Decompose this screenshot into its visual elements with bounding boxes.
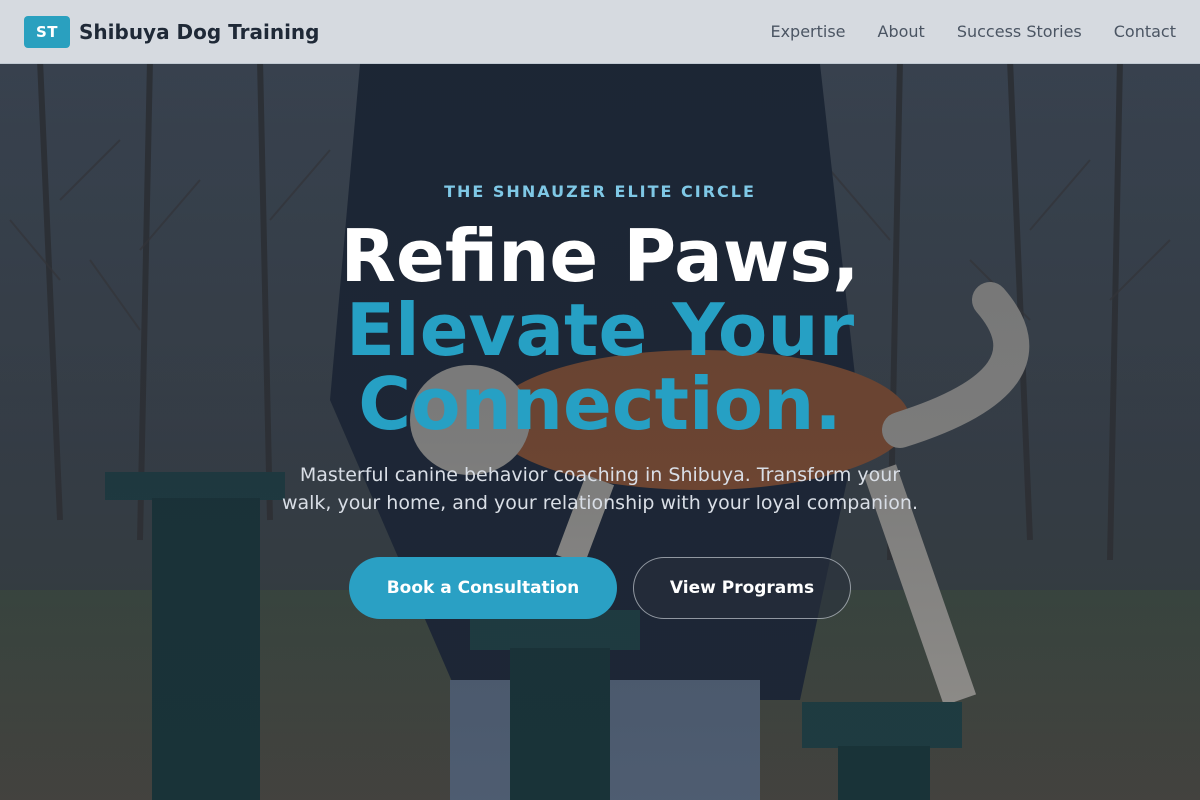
subtitle-line-1: Masterful canine behavior coaching in Sh… bbox=[299, 464, 901, 486]
hero-eyebrow: THE SHNAUZER ELITE CIRCLE bbox=[444, 182, 756, 201]
book-consultation-button[interactable]: Book a Consultation bbox=[349, 557, 617, 619]
headline-line-3: Connection. bbox=[358, 362, 842, 446]
hero-section: THE SHNAUZER ELITE CIRCLE Refine Paws, E… bbox=[0, 64, 1200, 800]
main-nav: Expertise About Success Stories Contact bbox=[738, 22, 1176, 41]
logo-badge: ST bbox=[24, 15, 70, 48]
nav-link-success-stories[interactable]: Success Stories bbox=[957, 22, 1082, 41]
nav-link-expertise[interactable]: Expertise bbox=[770, 22, 845, 41]
nav-link-contact[interactable]: Contact bbox=[1114, 22, 1176, 41]
site-header: ST Shibuya Dog Training Expertise About … bbox=[0, 0, 1200, 64]
hero-subtitle: Masterful canine behavior coaching in Sh… bbox=[250, 461, 950, 517]
view-programs-button[interactable]: View Programs bbox=[633, 557, 851, 619]
headline-line-2: Elevate Your bbox=[345, 288, 855, 372]
subtitle-line-2: walk, your home, and your relationship w… bbox=[281, 492, 919, 514]
headline-line-1: Refine Paws, bbox=[340, 214, 860, 298]
brand-name: Shibuya Dog Training bbox=[79, 19, 320, 44]
nav-link-about[interactable]: About bbox=[878, 22, 925, 41]
hero-headline: Refine Paws, Elevate Your Connection. bbox=[0, 219, 1200, 441]
brand-home-link[interactable]: ST Shibuya Dog Training bbox=[24, 15, 320, 48]
cta-row: Book a Consultation View Programs bbox=[0, 557, 1200, 619]
